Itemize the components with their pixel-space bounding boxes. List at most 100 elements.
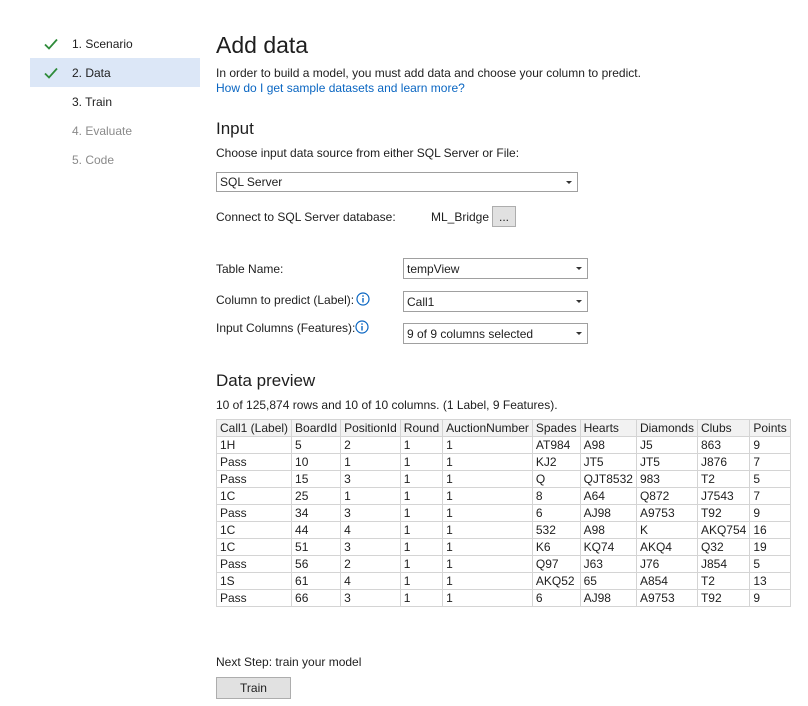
table-cell: 1 xyxy=(399,453,444,471)
table-cell: 1H xyxy=(215,436,293,454)
table-cell: Pass xyxy=(215,555,293,573)
table-cell: 1 xyxy=(442,487,533,505)
table-cell: 1 xyxy=(442,572,533,590)
table-cell: 1 xyxy=(442,555,533,573)
table-cell: 1 xyxy=(399,504,444,522)
table-cell: 3 xyxy=(340,538,401,556)
table-cell: 5 xyxy=(291,436,342,454)
table-cell: 1 xyxy=(442,589,533,607)
table-cell: 8 xyxy=(531,487,581,505)
table-cell: 1 xyxy=(442,504,533,522)
table-cell: J7543 xyxy=(696,487,751,505)
table-cell: 4 xyxy=(340,521,401,539)
table-cell: A854 xyxy=(635,572,698,590)
help-link[interactable]: How do I get sample datasets and learn m… xyxy=(216,81,465,95)
table-cell: K6 xyxy=(531,538,581,556)
chevron-down-icon xyxy=(576,300,582,303)
predict-column-dropdown[interactable]: Call1 xyxy=(403,291,588,312)
table-name-label: Table Name: xyxy=(216,262,284,276)
input-heading: Input xyxy=(216,119,254,138)
predict-label: Column to predict (Label): xyxy=(216,293,355,307)
table-cell: A98 xyxy=(579,436,637,454)
step-train[interactable]: 3. Train xyxy=(30,87,200,116)
table-row: 1C 51 3 1 1 K6 KQ74 AKQ4 Q32 19 xyxy=(215,538,791,556)
table-row: 1H 5 2 1 1 AT984 A98 J5 863 9 xyxy=(215,436,791,454)
table-header-row: Call1 (Label) BoardId PositionId Round A… xyxy=(215,419,791,437)
step-navigation: 1. Scenario 2. Data 3. Train 4. Evaluate… xyxy=(30,29,200,174)
step-code: 5. Code xyxy=(30,145,200,174)
table-cell: 61 xyxy=(291,572,342,590)
checkmark-icon xyxy=(44,67,58,79)
table-cell: 5 xyxy=(749,555,791,573)
table-row: Pass 10 1 1 1 KJ2 JT5 JT5 J876 7 xyxy=(215,453,791,471)
table-cell: 3 xyxy=(340,589,401,607)
table-cell: 65 xyxy=(579,572,637,590)
data-preview-table: Call1 (Label) BoardId PositionId Round A… xyxy=(215,419,791,607)
table-cell: Q xyxy=(531,470,581,488)
table-cell: A9753 xyxy=(635,504,698,522)
table-cell: 1 xyxy=(442,453,533,471)
table-cell: A64 xyxy=(579,487,637,505)
table-cell: Q97 xyxy=(531,555,581,573)
table-cell: 1C xyxy=(215,487,293,505)
step-label: 1. Scenario xyxy=(72,36,133,51)
table-cell: 1S xyxy=(215,572,293,590)
table-cell: A9753 xyxy=(635,589,698,607)
table-cell: AJ98 xyxy=(579,504,637,522)
step-scenario[interactable]: 1. Scenario xyxy=(30,29,200,58)
table-cell: 1 xyxy=(442,538,533,556)
table-cell: 51 xyxy=(291,538,342,556)
table-row: Pass 34 3 1 1 6 AJ98 A9753 T92 9 xyxy=(215,504,791,522)
data-source-dropdown[interactable]: SQL Server xyxy=(216,172,578,192)
table-cell: 9 xyxy=(749,436,791,454)
table-cell: 983 xyxy=(635,470,698,488)
table-row: 1C 44 4 1 1 532 A98 K AKQ754 16 xyxy=(215,521,791,539)
table-row: Pass 66 3 1 1 6 AJ98 A9753 T92 9 xyxy=(215,589,791,607)
column-header: Round xyxy=(399,419,444,437)
table-cell: 16 xyxy=(749,521,791,539)
train-button[interactable]: Train xyxy=(216,677,291,699)
browse-database-button[interactable]: ... xyxy=(492,206,516,227)
table-cell: QJT8532 xyxy=(579,470,637,488)
connect-label: Connect to SQL Server database: xyxy=(216,210,396,224)
table-cell: 1 xyxy=(399,487,444,505)
feature-columns-dropdown[interactable]: 9 of 9 columns selected xyxy=(403,323,588,344)
page-title: Add data xyxy=(216,32,309,58)
table-cell: 6 xyxy=(531,504,581,522)
table-cell: 1C xyxy=(215,521,293,539)
step-label: 2. Data xyxy=(72,65,111,80)
column-header: Clubs xyxy=(696,419,751,437)
step-label: 3. Train xyxy=(72,94,113,109)
table-cell: 1 xyxy=(340,453,401,471)
table-cell: 1 xyxy=(442,521,533,539)
table-cell: Pass xyxy=(215,470,293,488)
info-icon[interactable] xyxy=(356,292,370,306)
column-header: Hearts xyxy=(579,419,637,437)
table-cell: 9 xyxy=(749,589,791,607)
table-cell: 19 xyxy=(749,538,791,556)
chevron-down-icon xyxy=(576,332,582,335)
column-header: BoardId xyxy=(291,419,342,437)
table-cell: 2 xyxy=(340,555,401,573)
table-row: Pass 56 2 1 1 Q97 J63 J76 J854 5 xyxy=(215,555,791,573)
table-cell: JT5 xyxy=(635,453,698,471)
table-cell: 863 xyxy=(696,436,751,454)
table-cell: AKQ754 xyxy=(696,521,751,539)
next-step-text: Next Step: train your model xyxy=(216,655,362,669)
step-evaluate: 4. Evaluate xyxy=(30,116,200,145)
table-cell: J5 xyxy=(635,436,698,454)
table-cell: Q32 xyxy=(696,538,751,556)
info-icon[interactable] xyxy=(355,320,369,334)
table-cell: 1 xyxy=(399,470,444,488)
table-cell: Pass xyxy=(215,504,293,522)
step-data[interactable]: 2. Data xyxy=(30,58,200,87)
table-cell: 10 xyxy=(291,453,342,471)
table-cell: T2 xyxy=(696,470,751,488)
table-cell: 5 xyxy=(749,470,791,488)
table-cell: J63 xyxy=(579,555,637,573)
table-name-dropdown[interactable]: tempView xyxy=(403,258,588,279)
table-cell: KJ2 xyxy=(531,453,581,471)
table-cell: 532 xyxy=(531,521,581,539)
table-cell: 1 xyxy=(340,487,401,505)
table-cell: 34 xyxy=(291,504,342,522)
